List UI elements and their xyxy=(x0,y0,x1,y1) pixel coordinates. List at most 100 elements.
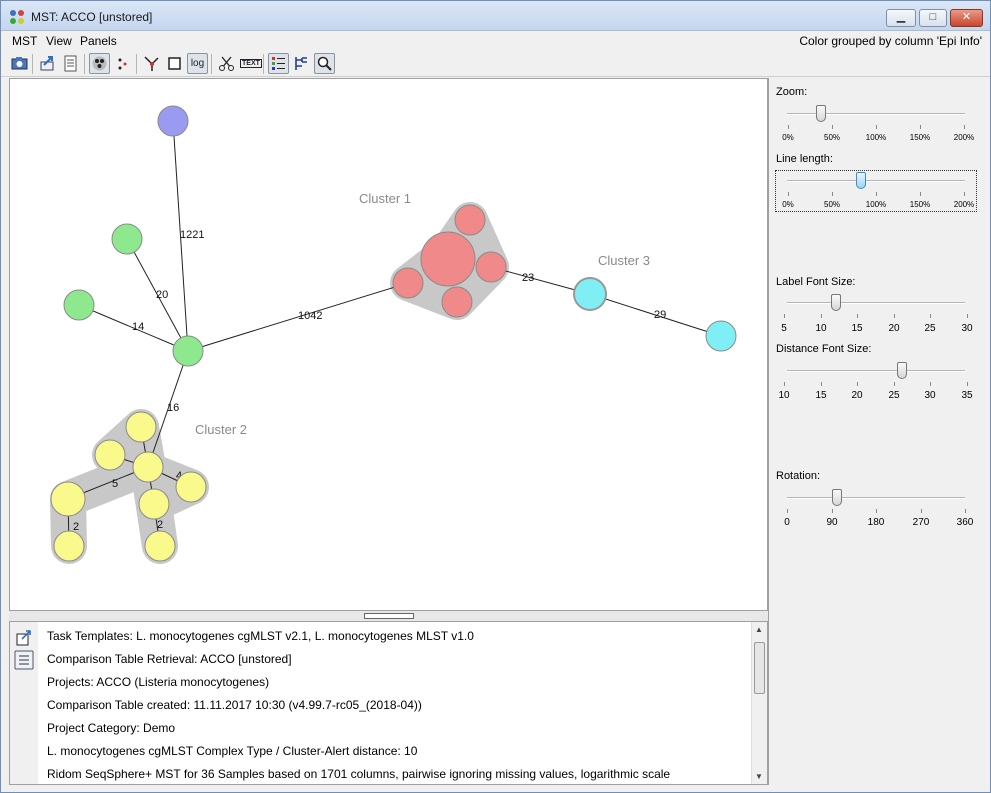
distance-font-tick-label: 10 xyxy=(778,390,790,401)
scroll-thumb[interactable] xyxy=(754,642,765,694)
zoom-track[interactable] xyxy=(787,113,965,115)
list-icon[interactable] xyxy=(268,53,289,74)
mst-nodes[interactable] xyxy=(50,105,737,562)
node[interactable] xyxy=(144,530,176,562)
cluster-label: Cluster 1 xyxy=(359,191,411,206)
distance-font-thumb[interactable] xyxy=(897,362,907,379)
edge-label: 14 xyxy=(132,321,144,333)
info-panel: Task Templates: L. monocytogenes cgMLST … xyxy=(9,621,768,785)
distance-font-tick-label: 30 xyxy=(924,390,936,401)
line-length-tick-label: 200% xyxy=(953,200,975,209)
label-font-thumb[interactable] xyxy=(831,294,841,311)
node[interactable] xyxy=(138,488,170,520)
rotation-tick-label: 360 xyxy=(956,517,974,528)
edge-label: 16 xyxy=(167,402,179,414)
dots-icon[interactable] xyxy=(112,53,133,74)
node[interactable] xyxy=(125,411,157,443)
menu-panels[interactable]: Panels xyxy=(80,34,117,48)
node[interactable] xyxy=(441,286,473,318)
node[interactable] xyxy=(50,481,86,517)
mst-canvas[interactable]: 1221 20 14 1042 23 29 16 5 4 2 2 Cluster… xyxy=(9,78,768,611)
node[interactable] xyxy=(420,231,476,287)
distance-font-track[interactable] xyxy=(787,370,965,372)
title-bar[interactable]: MST: ACCO [unstored] ▁ □ ✕ xyxy=(1,1,990,31)
document-icon[interactable] xyxy=(60,53,81,74)
distance-font-tick-label: 25 xyxy=(888,390,900,401)
line-length-tick-label: 0% xyxy=(782,200,794,209)
node[interactable] xyxy=(392,267,424,299)
line-length-thumb[interactable] xyxy=(856,172,866,189)
tree-icon[interactable] xyxy=(291,53,312,74)
export-info-icon[interactable] xyxy=(16,630,32,646)
node[interactable] xyxy=(175,471,207,503)
square-icon[interactable] xyxy=(164,53,185,74)
window-title: MST: ACCO [unstored] xyxy=(31,10,153,24)
cluster-label: Cluster 2 xyxy=(195,422,247,437)
log-icon[interactable]: log xyxy=(187,53,208,74)
node[interactable] xyxy=(475,251,507,283)
menu-view[interactable]: View xyxy=(46,34,72,48)
rotation-thumb[interactable] xyxy=(832,489,842,506)
zoom-tick-label: 150% xyxy=(909,133,931,142)
distance-font-tick-label: 35 xyxy=(961,390,973,401)
node[interactable] xyxy=(454,204,486,236)
label-font-tick-label: 10 xyxy=(815,323,827,334)
node[interactable] xyxy=(573,277,607,311)
node[interactable] xyxy=(157,105,189,137)
export-icon[interactable] xyxy=(37,53,58,74)
details-icon[interactable] xyxy=(14,650,34,670)
node[interactable] xyxy=(94,439,126,471)
rotation-label: Rotation: xyxy=(776,470,821,482)
line-length-track[interactable] xyxy=(787,180,965,182)
node[interactable] xyxy=(53,530,85,562)
node[interactable] xyxy=(172,335,204,367)
info-line: Comparison Table Retrieval: ACCO [unstor… xyxy=(47,652,292,666)
minimize-button[interactable]: ▁ xyxy=(886,9,916,27)
group-nodes-icon[interactable] xyxy=(89,53,110,74)
rotation-tick-label: 90 xyxy=(826,517,838,528)
line-length-tick-label: 150% xyxy=(909,200,931,209)
node[interactable] xyxy=(63,289,95,321)
mst-graph[interactable]: 1221 20 14 1042 23 29 16 5 4 2 2 Cluster… xyxy=(10,79,768,611)
line-length-label: Line length: xyxy=(776,153,833,165)
rotation-tick-label: 270 xyxy=(912,517,930,528)
zoom-thumb[interactable] xyxy=(816,105,826,122)
label-font-size-label: Label Font Size: xyxy=(776,276,856,288)
branch-icon[interactable] xyxy=(141,53,162,74)
label-font-track[interactable] xyxy=(787,302,965,304)
node[interactable] xyxy=(111,223,143,255)
text-icon[interactable]: TEXT xyxy=(239,53,262,74)
node[interactable] xyxy=(705,320,737,352)
info-scrollbar[interactable]: ▲ ▼ xyxy=(751,622,767,784)
node[interactable] xyxy=(132,451,164,483)
edge-label: 1221 xyxy=(180,229,204,241)
edge-label: 23 xyxy=(522,272,534,284)
splitter-grip[interactable] xyxy=(364,613,414,619)
menu-mst[interactable]: MST xyxy=(12,34,37,48)
camera-icon[interactable] xyxy=(9,53,30,74)
rotation-track[interactable] xyxy=(787,497,965,499)
edge-label: 2 xyxy=(73,521,79,533)
info-line: L. monocytogenes cgMLST Complex Type / C… xyxy=(47,744,418,758)
maximize-button[interactable]: □ xyxy=(919,9,947,27)
edge-label: 29 xyxy=(654,309,666,321)
distance-font-tick-label: 20 xyxy=(851,390,863,401)
panel-splitter[interactable] xyxy=(9,611,768,621)
zoom-tick-label: 50% xyxy=(823,133,841,142)
mst-window: MST: ACCO [unstored] ▁ □ ✕ MST View Pane… xyxy=(0,0,991,793)
line-length-tick-label: 50% xyxy=(823,200,841,209)
label-font-tick-label: 15 xyxy=(851,323,863,334)
rotation-tick-label: 0 xyxy=(784,517,790,528)
scissors-icon[interactable] xyxy=(216,53,237,74)
distance-font-tick-label: 15 xyxy=(815,390,827,401)
close-button[interactable]: ✕ xyxy=(950,9,983,27)
zoom-label: Zoom: xyxy=(776,86,808,98)
magnifier-icon[interactable] xyxy=(314,53,335,74)
scroll-down-icon[interactable]: ▼ xyxy=(755,772,763,781)
scroll-up-icon[interactable]: ▲ xyxy=(755,625,763,634)
control-panel: Zoom: 0% 50% 100% 150% 200% Line length:… xyxy=(768,78,990,785)
info-gutter xyxy=(10,622,38,784)
label-font-tick-label: 30 xyxy=(961,323,973,334)
label-font-tick-label: 20 xyxy=(888,323,900,334)
zoom-tick-label: 200% xyxy=(953,133,975,142)
